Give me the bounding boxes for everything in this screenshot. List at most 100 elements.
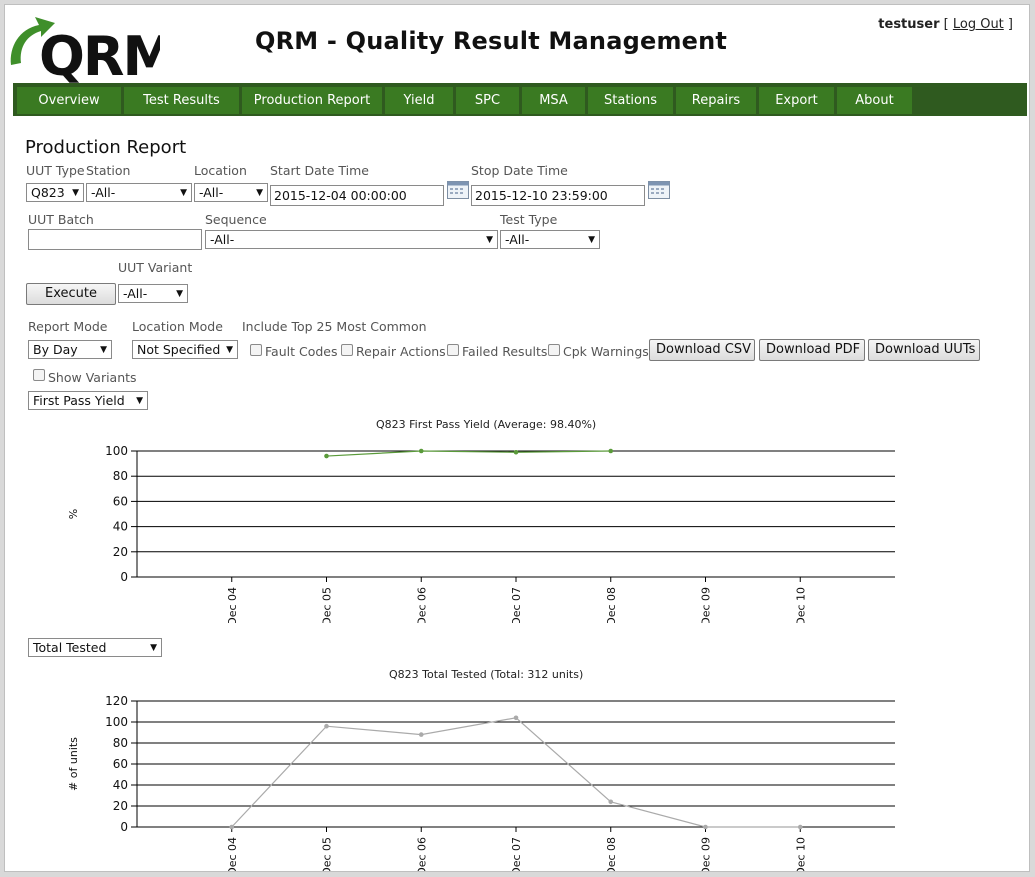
data-point (324, 453, 329, 459)
calendar-icon[interactable] (648, 181, 670, 199)
x-tick-label: Dec 09 (700, 837, 713, 872)
failed-results-checkbox[interactable] (447, 344, 459, 356)
header: QRM QRM - Quality Result Management test… (5, 5, 1029, 83)
nav-production-report[interactable]: Production Report (242, 87, 382, 114)
uut-variant-label: UUT Variant (118, 260, 193, 275)
y-tick-label: 80 (113, 469, 128, 483)
y-tick-label: 100 (105, 444, 128, 458)
uut-batch-input[interactable] (28, 229, 202, 250)
chevron-down-icon: ▼ (226, 345, 233, 355)
sequence-label: Sequence (205, 212, 267, 227)
chart2-metric-select[interactable]: Total Tested ▼ (28, 638, 162, 657)
nav-about[interactable]: About (837, 87, 912, 114)
data-point (797, 824, 803, 830)
x-tick-label: Dec 05 (321, 587, 334, 623)
data-point (703, 824, 708, 830)
nav-msa[interactable]: MSA (522, 87, 585, 114)
nav-export[interactable]: Export (759, 87, 834, 114)
nav-spc[interactable]: SPC (456, 87, 519, 114)
page-title: Production Report (25, 137, 187, 158)
x-tick-label: Dec 09 (700, 587, 713, 623)
user-box: testuser [ Log Out ] (878, 17, 1013, 32)
chevron-down-icon: ▼ (180, 188, 187, 198)
show-variants-checkbox[interactable] (33, 369, 45, 381)
y-tick-label: 20 (113, 799, 128, 813)
cpk-warnings-checkbox[interactable] (548, 344, 560, 356)
x-tick-label: Dec 08 (605, 837, 618, 872)
app-window: QRM QRM - Quality Result Management test… (4, 4, 1030, 872)
uut-type-label: UUT Type (26, 163, 85, 178)
start-date-label: Start Date Time (270, 163, 369, 178)
nav-yield[interactable]: Yield (385, 87, 453, 114)
data-point (513, 715, 519, 721)
stop-date-label: Stop Date Time (471, 163, 568, 178)
y-axis-label: # of units (67, 737, 80, 791)
y-tick-label: 60 (113, 494, 128, 508)
app-title: QRM - Quality Result Management (255, 27, 728, 55)
stop-date-input[interactable]: 2015-12-10 23:59:00 (471, 185, 645, 206)
download-uuts-button[interactable]: Download UUTs (868, 339, 980, 361)
location-label: Location (194, 163, 247, 178)
logout-bracket-close: ] (1007, 17, 1013, 32)
data-point (229, 824, 235, 830)
chevron-down-icon: ▼ (100, 345, 107, 355)
y-tick-label: 40 (113, 520, 128, 534)
chevron-down-icon: ▼ (176, 289, 183, 299)
username: testuser (878, 17, 940, 32)
report-mode-label: Report Mode (28, 319, 108, 334)
main-nav: Overview Test Results Production Report … (13, 83, 1027, 116)
show-variants-label: Show Variants (48, 370, 137, 385)
calendar-icon[interactable] (447, 181, 469, 199)
uut-type-select[interactable]: Q823 ▼ (26, 183, 84, 202)
uut-variant-select[interactable]: -All- ▼ (118, 284, 188, 303)
y-tick-label: 80 (113, 736, 128, 750)
chart1-metric-select[interactable]: First Pass Yield ▼ (28, 391, 148, 410)
x-tick-label: Dec 08 (605, 587, 618, 623)
series-line (231, 717, 801, 828)
y-tick-label: 0 (120, 820, 128, 834)
y-tick-label: 100 (105, 715, 128, 729)
x-tick-label: Dec 10 (794, 837, 807, 872)
x-tick-label: Dec 05 (321, 837, 334, 872)
x-tick-label: Dec 07 (510, 587, 523, 623)
fault-codes-label: Fault Codes (265, 344, 338, 359)
report-mode-select[interactable]: By Day ▼ (28, 340, 112, 359)
y-axis-label: % (67, 509, 80, 519)
station-select[interactable]: -All- ▼ (86, 183, 192, 202)
test-type-select[interactable]: -All- ▼ (500, 230, 600, 249)
y-tick-label: 60 (113, 757, 128, 771)
location-select[interactable]: -All- ▼ (194, 183, 268, 202)
fault-codes-checkbox[interactable] (250, 344, 262, 356)
start-date-input[interactable]: 2015-12-04 00:00:00 (270, 185, 444, 206)
nav-stations[interactable]: Stations (588, 87, 673, 114)
x-tick-label: Dec 04 (226, 837, 239, 872)
x-tick-label: Dec 04 (226, 587, 239, 623)
total-tested-chart: 0 20 40 60 80 100 120 Dec 04 Dec 05 Dec 06 Dec 07 D… (67, 694, 895, 872)
y-tick-label: 40 (113, 778, 128, 792)
cpk-warnings-label: Cpk Warnings (563, 344, 649, 359)
logout-bracket-open: [ (943, 17, 949, 32)
repair-actions-checkbox[interactable] (341, 344, 353, 356)
chevron-down-icon: ▼ (256, 188, 263, 198)
nav-overview[interactable]: Overview (17, 87, 121, 114)
chevron-down-icon: ▼ (588, 235, 595, 245)
download-pdf-button[interactable]: Download PDF (759, 339, 865, 361)
x-tick-label: Dec 10 (794, 587, 807, 623)
data-point (418, 448, 424, 454)
chevron-down-icon: ▼ (72, 188, 79, 198)
location-mode-select[interactable]: Not Specified ▼ (132, 340, 238, 359)
sequence-select[interactable]: -All- ▼ (205, 230, 498, 249)
uut-batch-label: UUT Batch (28, 212, 94, 227)
series-line (326, 450, 611, 457)
status-strip (0, 872, 1035, 877)
station-label: Station (86, 163, 131, 178)
logout-link[interactable]: Log Out (953, 17, 1004, 32)
chevron-down-icon: ▼ (150, 643, 157, 653)
nav-repairs[interactable]: Repairs (676, 87, 756, 114)
nav-test-results[interactable]: Test Results (124, 87, 239, 114)
first-pass-yield-chart: 0 20 40 60 80 100 Dec 04 Dec 05 Dec 06 Dec 07 Dec … (67, 444, 895, 623)
execute-button[interactable]: Execute (26, 283, 116, 305)
download-csv-button[interactable]: Download CSV (649, 339, 755, 361)
test-type-label: Test Type (500, 212, 558, 227)
data-point (513, 449, 519, 455)
